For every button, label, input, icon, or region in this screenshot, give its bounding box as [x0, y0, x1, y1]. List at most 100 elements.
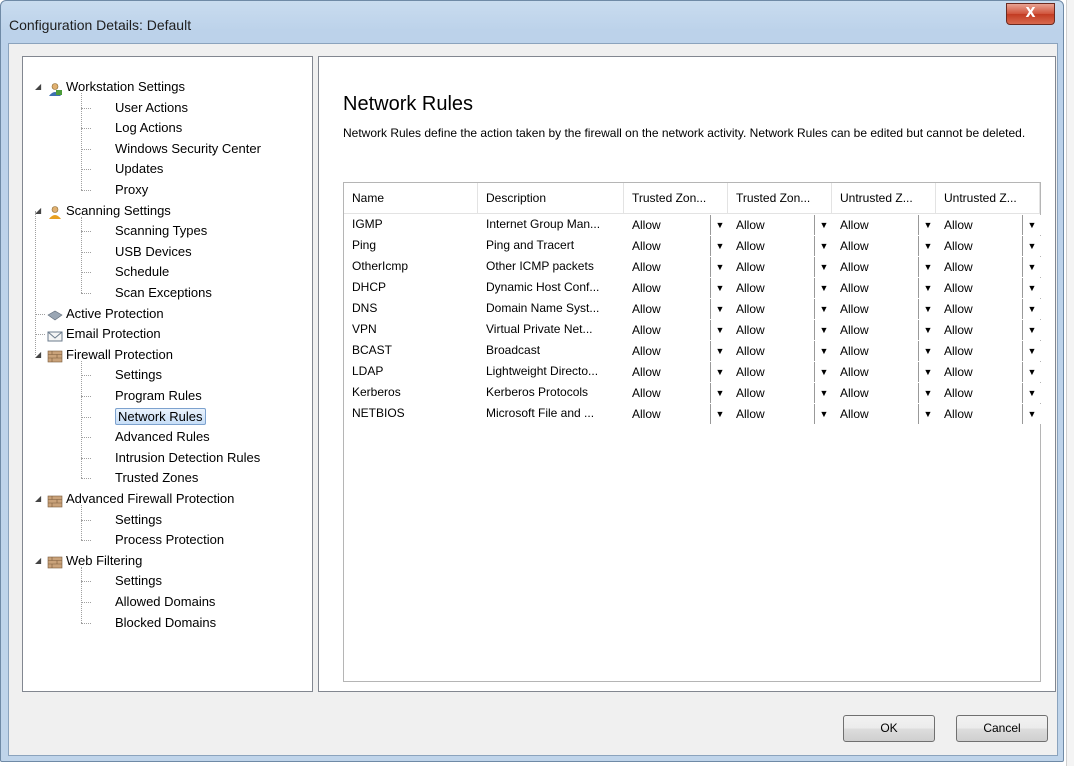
column-header[interactable]: Description	[478, 183, 624, 213]
tree-item[interactable]: Trusted Zones	[115, 468, 198, 488]
table-row[interactable]: Ping Ping and Tracert Allow ▼ Allow ▼ Allow ▼ Al…	[344, 235, 1041, 256]
chevron-down-icon[interactable]: ▼	[918, 320, 937, 340]
action-dropdown[interactable]: Allow ▼	[944, 215, 1041, 235]
action-dropdown[interactable]: Allow ▼	[632, 278, 729, 298]
action-dropdown[interactable]: Allow ▼	[840, 341, 937, 361]
chevron-down-icon[interactable]: ▼	[814, 236, 833, 256]
chevron-down-icon[interactable]: ▼	[1022, 362, 1041, 382]
table-row[interactable]: Kerberos Kerberos Protocols Allow ▼ Allow ▼ Al…	[344, 382, 1041, 403]
action-dropdown[interactable]: Allow ▼	[632, 236, 729, 256]
chevron-down-icon[interactable]: ▼	[814, 278, 833, 298]
chevron-down-icon[interactable]: ▼	[814, 341, 833, 361]
action-dropdown[interactable]: Allow ▼	[840, 299, 937, 319]
chevron-down-icon[interactable]: ▼	[1022, 257, 1041, 277]
action-dropdown[interactable]: Allow ▼	[944, 299, 1041, 319]
chevron-down-icon[interactable]: ▼	[918, 404, 937, 424]
action-dropdown[interactable]: Allow ▼	[736, 257, 833, 277]
tree-item[interactable]: Updates	[115, 159, 163, 179]
action-dropdown[interactable]: Allow ▼	[632, 404, 729, 424]
chevron-down-icon[interactable]: ▼	[710, 404, 729, 424]
chevron-down-icon[interactable]: ▼	[710, 383, 729, 403]
action-dropdown[interactable]: Allow ▼	[944, 278, 1041, 298]
tree-item[interactable]: Blocked Domains	[115, 613, 216, 633]
table-row[interactable]: IGMP Internet Group Man... Allow ▼ Allow ▼ All…	[344, 214, 1041, 235]
expand-collapse-icon[interactable]: ◢	[35, 77, 43, 97]
action-dropdown[interactable]: Allow ▼	[944, 236, 1041, 256]
table-row[interactable]: LDAP Lightweight Directo... Allow ▼ Allow ▼ Al…	[344, 361, 1041, 382]
table-row[interactable]: BCAST Broadcast Allow ▼ Allow ▼ Allow ▼ Allow ▼	[344, 340, 1041, 361]
chevron-down-icon[interactable]: ▼	[1022, 320, 1041, 340]
action-dropdown[interactable]: Allow ▼	[944, 257, 1041, 277]
chevron-down-icon[interactable]: ▼	[814, 404, 833, 424]
chevron-down-icon[interactable]: ▼	[1022, 278, 1041, 298]
action-dropdown[interactable]: Allow ▼	[736, 362, 833, 382]
action-dropdown[interactable]: Allow ▼	[840, 215, 937, 235]
action-dropdown[interactable]: Allow ▼	[632, 257, 729, 277]
chevron-down-icon[interactable]: ▼	[918, 278, 937, 298]
action-dropdown[interactable]: Allow ▼	[840, 404, 937, 424]
action-dropdown[interactable]: Allow ▼	[632, 383, 729, 403]
table-row[interactable]: OtherIcmp Other ICMP packets Allow ▼ Allow ▼ A…	[344, 256, 1041, 277]
tree-item[interactable]: Settings	[115, 571, 162, 591]
table-row[interactable]: NETBIOS Microsoft File and ... Allow ▼ Allow…	[344, 403, 1041, 424]
column-header[interactable]: Trusted Zon...	[728, 183, 832, 213]
action-dropdown[interactable]: Allow ▼	[736, 320, 833, 340]
table-row[interactable]: DHCP Dynamic Host Conf... Allow ▼ Allow ▼ Allo…	[344, 277, 1041, 298]
tree-item[interactable]: Intrusion Detection Rules	[115, 448, 260, 468]
column-header[interactable]: Untrusted Z...	[936, 183, 1040, 213]
tree-item[interactable]: USB Devices	[115, 242, 192, 262]
action-dropdown[interactable]: Allow ▼	[944, 341, 1041, 361]
action-dropdown[interactable]: Allow ▼	[944, 404, 1041, 424]
chevron-down-icon[interactable]: ▼	[918, 299, 937, 319]
action-dropdown[interactable]: Allow ▼	[736, 236, 833, 256]
network-rules-table[interactable]: Name Description Trusted Zon... Trusted Zon…	[343, 182, 1041, 682]
action-dropdown[interactable]: Allow ▼	[840, 278, 937, 298]
tree-item[interactable]: Program Rules	[115, 386, 202, 406]
tree-item[interactable]: Proxy	[115, 180, 148, 200]
expand-collapse-icon[interactable]: ◢	[35, 489, 43, 509]
chevron-down-icon[interactable]: ▼	[1022, 215, 1041, 235]
action-dropdown[interactable]: Allow ▼	[736, 383, 833, 403]
chevron-down-icon[interactable]: ▼	[1022, 236, 1041, 256]
chevron-down-icon[interactable]: ▼	[814, 362, 833, 382]
tree-item[interactable]: Schedule	[115, 262, 169, 282]
chevron-down-icon[interactable]: ▼	[710, 299, 729, 319]
action-dropdown[interactable]: Allow ▼	[632, 299, 729, 319]
settings-tree[interactable]: ◢ Workstation Settings User Actions Log Act…	[22, 56, 313, 692]
tree-item[interactable]: ◢ Workstation Settings	[35, 77, 185, 97]
close-button[interactable]: X	[1006, 3, 1055, 25]
tree-item[interactable]: Log Actions	[115, 118, 182, 138]
ok-button[interactable]: OK	[843, 715, 935, 742]
action-dropdown[interactable]: Allow ▼	[736, 341, 833, 361]
chevron-down-icon[interactable]: ▼	[918, 215, 937, 235]
chevron-down-icon[interactable]: ▼	[710, 341, 729, 361]
tree-item[interactable]: ◢ Firewall Protection	[35, 345, 173, 365]
expand-collapse-icon[interactable]: ◢	[35, 345, 43, 365]
action-dropdown[interactable]: Allow ▼	[840, 320, 937, 340]
action-dropdown[interactable]: Allow ▼	[944, 383, 1041, 403]
column-header[interactable]: Trusted Zon...	[624, 183, 728, 213]
tree-item[interactable]: Active Protection	[47, 304, 164, 324]
chevron-down-icon[interactable]: ▼	[710, 278, 729, 298]
tree-item[interactable]: Allowed Domains	[115, 592, 215, 612]
chevron-down-icon[interactable]: ▼	[1022, 299, 1041, 319]
action-dropdown[interactable]: Allow ▼	[840, 383, 937, 403]
chevron-down-icon[interactable]: ▼	[814, 215, 833, 235]
chevron-down-icon[interactable]: ▼	[710, 362, 729, 382]
chevron-down-icon[interactable]: ▼	[710, 320, 729, 340]
action-dropdown[interactable]: Allow ▼	[840, 362, 937, 382]
chevron-down-icon[interactable]: ▼	[710, 257, 729, 277]
table-row[interactable]: VPN Virtual Private Net... Allow ▼ Allow ▼ All…	[344, 319, 1041, 340]
chevron-down-icon[interactable]: ▼	[710, 236, 729, 256]
action-dropdown[interactable]: Allow ▼	[736, 215, 833, 235]
chevron-down-icon[interactable]: ▼	[814, 320, 833, 340]
table-row[interactable]: DNS Domain Name Syst... Allow ▼ Allow ▼ Allow ▼…	[344, 298, 1041, 319]
title-bar[interactable]: Configuration Details: Default X	[1, 1, 1063, 47]
action-dropdown[interactable]: Allow ▼	[944, 362, 1041, 382]
tree-item[interactable]: Settings	[115, 510, 162, 530]
action-dropdown[interactable]: Allow ▼	[632, 341, 729, 361]
chevron-down-icon[interactable]: ▼	[1022, 404, 1041, 424]
tree-item[interactable]: ◢ Scanning Settings	[35, 201, 171, 221]
chevron-down-icon[interactable]: ▼	[918, 362, 937, 382]
chevron-down-icon[interactable]: ▼	[710, 215, 729, 235]
